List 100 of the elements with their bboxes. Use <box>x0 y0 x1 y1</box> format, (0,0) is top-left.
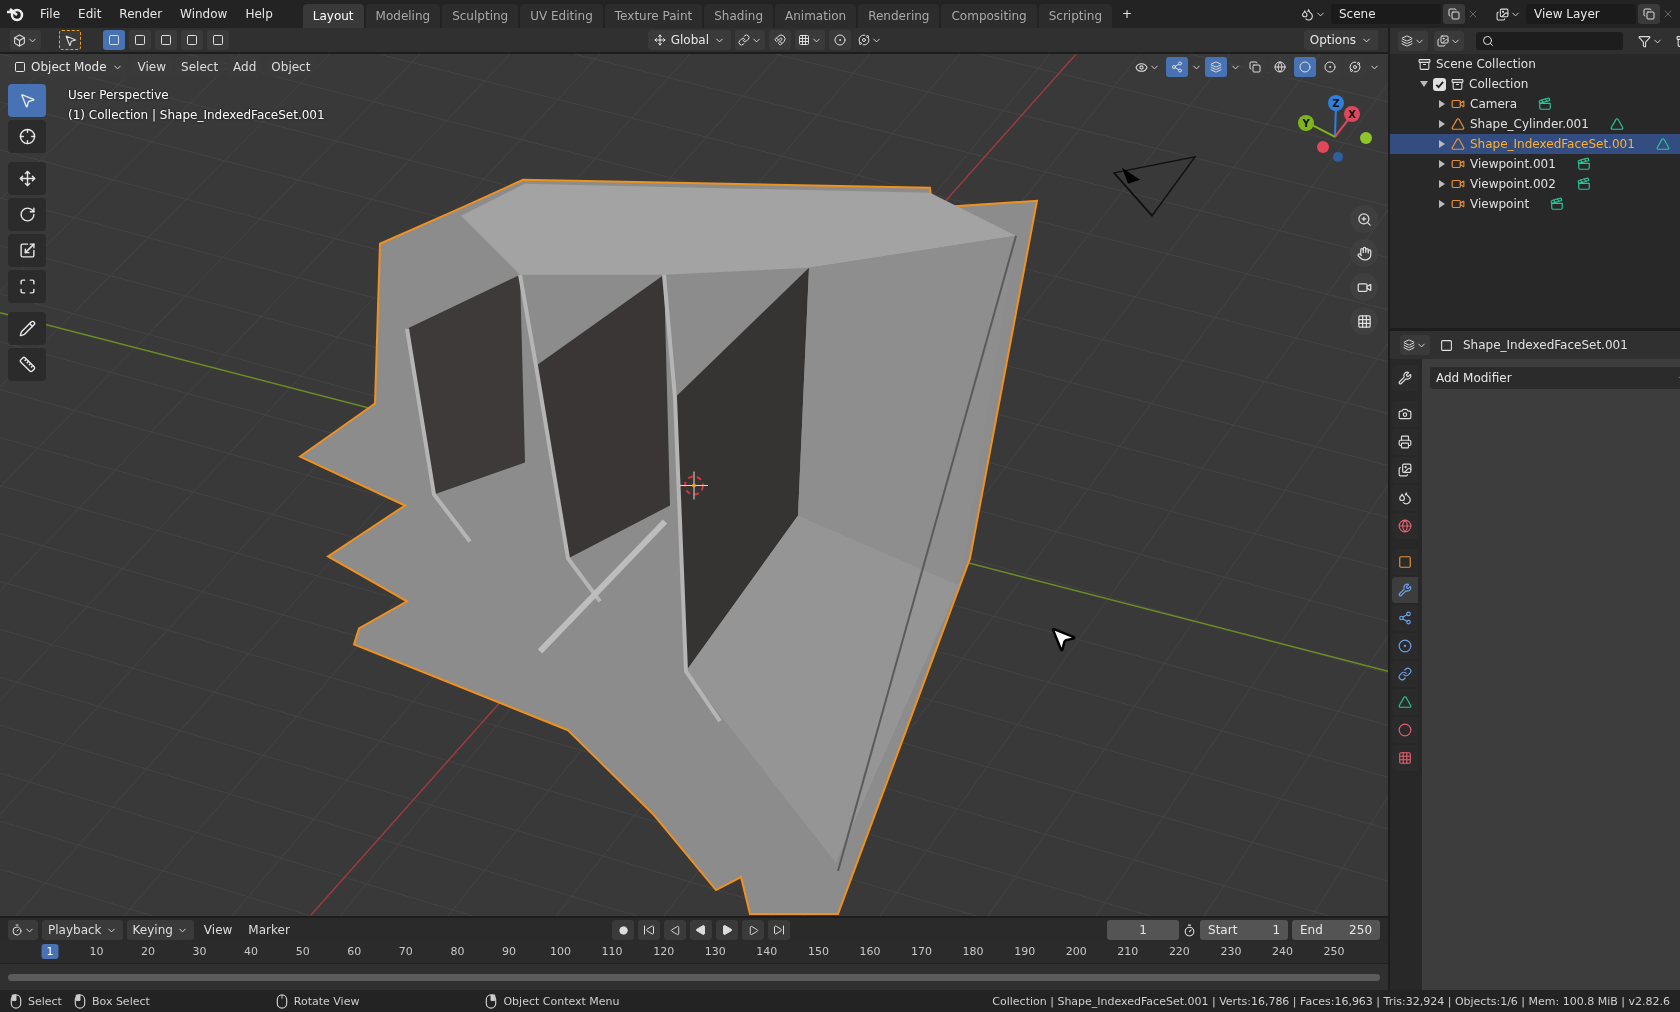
workspace-tab[interactable]: Texture Paint <box>604 4 703 28</box>
transform-orientation-dropdown[interactable]: Global <box>647 30 731 50</box>
copy-icon[interactable] <box>1638 4 1660 24</box>
outliner-row[interactable]: Viewpoint <box>1390 194 1680 214</box>
ortho-toggle-button[interactable] <box>1350 307 1378 335</box>
outliner-item[interactable]: Scene Collection <box>1436 57 1536 71</box>
zoom-button[interactable] <box>1350 205 1378 233</box>
workspace-tab[interactable]: Animation <box>775 4 857 28</box>
jump-start-button[interactable] <box>638 920 661 940</box>
outliner-row[interactable]: Viewpoint.001 <box>1390 154 1680 174</box>
menu-item[interactable]: Playback <box>42 920 123 940</box>
display-mode-button[interactable] <box>1398 31 1428 51</box>
expand-arrow-icon[interactable] <box>1439 120 1445 128</box>
end-frame-field[interactable]: End 250 <box>1292 920 1380 940</box>
next-keyframe-button[interactable] <box>742 920 765 940</box>
selection-mode-button[interactable] <box>207 30 229 50</box>
selection-mode-button[interactable] <box>129 30 151 50</box>
expand-arrow-icon[interactable] <box>1439 140 1445 148</box>
scene-field[interactable]: Scene <box>1331 4 1441 24</box>
view-layer-field[interactable]: View Layer <box>1526 4 1636 24</box>
proportional-edit-button[interactable] <box>829 30 851 50</box>
axis-label[interactable]: Y <box>1298 115 1314 131</box>
playhead-frame[interactable]: 1 <box>41 944 59 959</box>
tool-button[interactable] <box>8 312 46 345</box>
workspace-tab[interactable]: Scripting <box>1038 4 1113 28</box>
pivot-point-button[interactable] <box>735 30 765 50</box>
workspace-tab[interactable]: Rendering <box>858 4 940 28</box>
close-icon[interactable] <box>1662 8 1674 20</box>
outliner-row[interactable]: Shape_Cylinder.001 <box>1390 114 1680 134</box>
circle-icon <box>618 925 628 935</box>
selection-mode-button[interactable] <box>181 30 203 50</box>
close-icon[interactable] <box>1467 8 1479 20</box>
copy-icon[interactable] <box>1443 4 1465 24</box>
play-button[interactable] <box>716 920 739 940</box>
editor-type-button[interactable] <box>8 920 38 940</box>
snap-target-button[interactable] <box>795 30 825 50</box>
menu-item[interactable]: View <box>197 920 239 940</box>
tool-button[interactable] <box>8 198 46 231</box>
expand-arrow-icon[interactable] <box>1439 200 1445 208</box>
tool-button[interactable] <box>8 270 46 303</box>
shading-mode-button[interactable] <box>1294 57 1316 77</box>
square-icon <box>134 34 146 46</box>
stopwatch-icon[interactable] <box>1183 923 1196 937</box>
skip-forward-icon <box>773 924 786 936</box>
workspace-tab[interactable]: UV Editing <box>520 4 603 28</box>
tool-button[interactable] <box>8 162 46 195</box>
tool-button[interactable] <box>8 348 46 381</box>
overlay-toggle[interactable] <box>1205 57 1227 77</box>
expand-arrow-icon[interactable] <box>1439 100 1445 108</box>
expand-arrow-icon[interactable] <box>1439 160 1445 168</box>
outliner-row[interactable]: Camera <box>1390 94 1680 114</box>
tool-button[interactable] <box>8 120 46 153</box>
blender-logo-icon[interactable] <box>6 6 24 22</box>
options-dropdown[interactable]: Options <box>1303 30 1378 50</box>
checkbox[interactable] <box>1433 77 1446 91</box>
menu-item[interactable]: Help <box>237 4 281 24</box>
active-tool-button[interactable] <box>59 30 81 50</box>
record-button[interactable] <box>612 920 635 940</box>
jump-end-button[interactable] <box>768 920 791 940</box>
workspace-tab[interactable]: Layout <box>302 4 364 28</box>
mouse-icon <box>73 993 86 1009</box>
previous-keyframe-button[interactable] <box>664 920 687 940</box>
outliner-row[interactable]: Viewpoint.002 <box>1390 174 1680 194</box>
menu-item[interactable]: Marker <box>242 920 296 940</box>
axis-label[interactable]: Z <box>1328 95 1344 111</box>
menu-item[interactable]: File <box>32 4 69 24</box>
outliner-item[interactable]: Collection <box>1469 77 1529 91</box>
menu-item[interactable]: Window <box>172 4 236 24</box>
start-frame-field[interactable]: Start 1 <box>1200 920 1288 940</box>
workspace-tab[interactable]: Compositing <box>941 4 1037 28</box>
pan-button[interactable] <box>1350 239 1378 267</box>
timeline-scrollbar[interactable] <box>8 973 1380 981</box>
play-icon <box>695 924 708 936</box>
search-field[interactable] <box>1476 32 1623 50</box>
expand-arrow-icon[interactable] <box>1439 180 1445 188</box>
workspace-tab[interactable]: Modeling <box>365 4 441 28</box>
camera-view-button[interactable] <box>1350 273 1378 301</box>
editor-type-button[interactable] <box>1400 335 1430 355</box>
menu-item[interactable]: Keying <box>126 920 194 940</box>
tool-button[interactable] <box>8 234 46 267</box>
selection-mode-button[interactable] <box>155 30 177 50</box>
workspace-tab[interactable]: Sculpting <box>442 4 519 28</box>
editor-type-button[interactable] <box>10 30 41 50</box>
menu-item[interactable]: Add <box>227 57 263 77</box>
selection-mode-button[interactable] <box>103 30 125 50</box>
axis-label[interactable]: X <box>1344 106 1360 122</box>
add-workspace-button[interactable]: + <box>1114 4 1141 24</box>
transform-icon <box>18 278 36 295</box>
outliner-row[interactable]: Shape_IndexedFaceSet.001 <box>1390 134 1680 154</box>
outliner-item-label: Shape_IndexedFaceSet.001 <box>1470 137 1635 151</box>
menu-item[interactable]: Edit <box>70 4 110 24</box>
gizmo-toggle[interactable] <box>1166 57 1188 77</box>
snap-button[interactable] <box>769 30 791 50</box>
workspace-tab[interactable]: Shading <box>704 4 773 28</box>
stopwatch-icon <box>11 924 23 936</box>
add-modifier-dropdown[interactable]: Add Modifier <box>1430 367 1680 389</box>
filter-mode-button[interactable] <box>1434 31 1464 51</box>
play-reverse-button[interactable] <box>690 920 713 940</box>
menu-item[interactable]: Render <box>111 4 171 24</box>
current-frame-field[interactable]: 1 <box>1107 920 1179 940</box>
